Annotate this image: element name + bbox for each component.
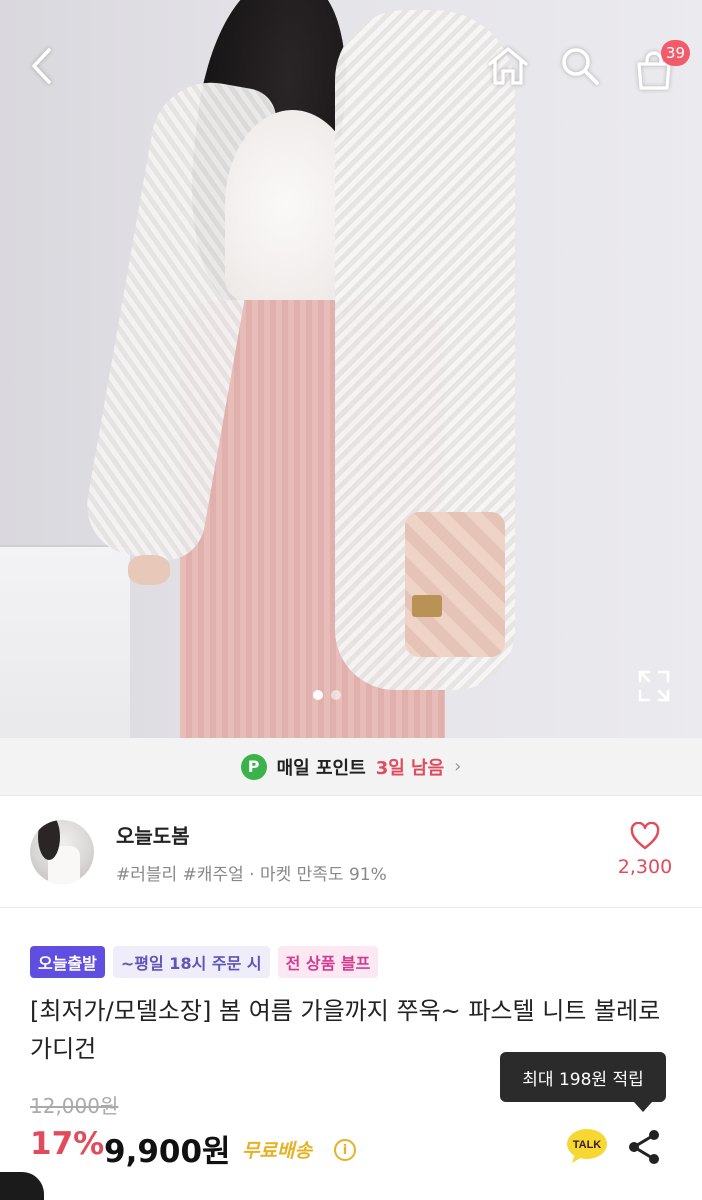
shipping-info-icon[interactable]: i	[334, 1139, 356, 1161]
points-label: 매일 포인트	[276, 757, 366, 779]
carousel-dots	[313, 690, 341, 700]
chevron-right-icon: ›	[454, 756, 462, 777]
badge-today-ship: 오늘출발	[30, 946, 105, 978]
free-shipping-label: 무료배송	[242, 1140, 312, 1162]
home-icon	[488, 47, 528, 85]
carousel-dot[interactable]	[331, 690, 341, 700]
like-count: 2,300	[617, 856, 673, 878]
share-icon	[629, 1130, 659, 1164]
original-price: 12,000원	[30, 1094, 119, 1118]
point-icon: P	[240, 753, 267, 780]
back-button[interactable]	[16, 40, 68, 92]
model-hand	[128, 555, 170, 585]
floating-corner-element	[0, 1172, 44, 1200]
product-badges: 오늘출발 ~평일 18시 주문 시 전 상품 블프	[30, 946, 379, 978]
kakao-talk-button[interactable]: TALK	[566, 1128, 608, 1164]
like-button[interactable]: 2,300	[610, 821, 680, 878]
expand-icon	[638, 670, 670, 702]
kakao-talk-icon: TALK	[567, 1129, 607, 1163]
search-icon	[562, 48, 599, 85]
cart-button[interactable]: 39	[628, 40, 690, 92]
reward-tooltip: 최대 198원 적립	[500, 1052, 666, 1112]
expand-button[interactable]	[636, 668, 672, 704]
badge-black-friday: 전 상품 블프	[277, 946, 379, 978]
heart-icon	[630, 821, 660, 850]
discount-rate: 17%	[30, 1126, 105, 1162]
search-button[interactable]	[554, 40, 606, 92]
product-image[interactable]: 39	[0, 0, 702, 738]
store-name[interactable]: 오늘도봄	[116, 820, 190, 849]
daily-points-banner[interactable]: P 매일 포인트 3일 남음 ›	[0, 738, 702, 796]
cart-count-badge: 39	[660, 40, 690, 66]
talk-label: TALK	[573, 1139, 602, 1151]
home-button[interactable]	[482, 40, 534, 92]
points-days-left: 3일 남음	[375, 757, 445, 779]
model-bag	[405, 512, 505, 657]
store-tags: #러블리 #캐주얼 · 마켓 만족도 91%	[116, 865, 387, 885]
background-panel	[0, 545, 130, 738]
badge-order-cutoff: ~평일 18시 주문 시	[112, 946, 270, 978]
bag-clasp	[412, 595, 442, 617]
store-info[interactable]: 오늘도봄 #러블리 #캐주얼 · 마켓 만족도 91% 2,300	[0, 796, 702, 908]
carousel-dot[interactable]	[313, 690, 323, 700]
store-avatar[interactable]	[30, 820, 94, 884]
share-button[interactable]	[626, 1128, 662, 1166]
chevron-left-icon	[32, 48, 51, 84]
sale-price: 9,900원	[104, 1134, 231, 1170]
